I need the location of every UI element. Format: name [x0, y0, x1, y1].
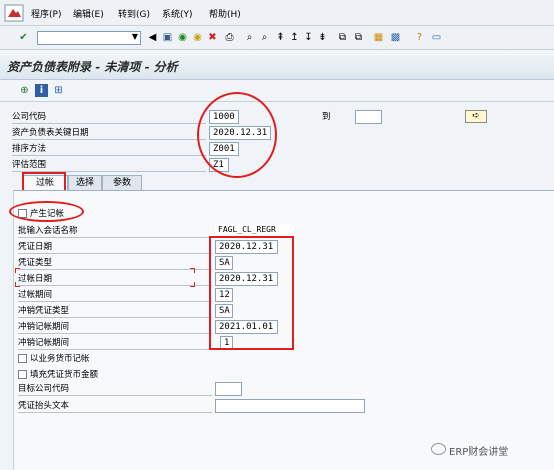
reversal-date-label: 冲销记帐期间: [18, 320, 212, 334]
exit-icon[interactable]: ◉: [191, 31, 204, 44]
page-title: 资产负债表附录 - 未清项 - 分析: [7, 60, 178, 74]
company-code-to-input[interactable]: [355, 110, 382, 124]
doc-type-label: 凭证类型: [18, 256, 212, 270]
menu-system[interactable]: 系统(Y): [162, 7, 193, 20]
valuation-area-label: 评估范围: [12, 158, 206, 172]
last-page-icon[interactable]: ⇟: [316, 31, 329, 44]
find-next-icon[interactable]: ⌕: [258, 31, 271, 44]
focus-corner-bl: [15, 282, 20, 287]
chevron-down-icon[interactable]: ▼: [132, 32, 138, 41]
post-in-txn-currency-checkbox[interactable]: [18, 354, 27, 363]
doc-header-text-input[interactable]: [215, 399, 365, 413]
print-icon[interactable]: ⎙: [223, 31, 236, 44]
doc-date-label: 凭证日期: [18, 240, 212, 254]
back-arrow-small-icon[interactable]: ◀: [146, 31, 159, 44]
menu-bar: 程序(P) 编辑(E) 转到(G) 系统(Y) 帮助(H): [0, 0, 554, 26]
reversal-doc-type-label: 冲销凭证类型: [18, 304, 212, 318]
menu-help[interactable]: 帮助(H): [209, 7, 241, 20]
fill-doc-currency-label: 填充凭证货币金额: [30, 370, 99, 380]
find-icon[interactable]: ⌕: [243, 31, 256, 44]
arrow-right-icon: ➪: [472, 111, 480, 121]
monitor-icon[interactable]: ▭: [430, 31, 443, 44]
focus-corner-tr: [190, 268, 195, 273]
menu-goto[interactable]: 转到(G): [118, 7, 150, 20]
standard-toolbar: ✔ ▼ ◀ ▣ ◉ ◉ ✖ ⎙ ⌕ ⌕ ⇞ ↥ ↧ ⇟ ⧉ ⧉ ▦ ▩ ? ▭: [0, 26, 554, 50]
fill-doc-currency-checkbox[interactable]: [18, 370, 27, 379]
execute-icon[interactable]: ⊕: [18, 84, 31, 97]
post-in-txn-currency-label: 以业务货币记帐: [30, 354, 90, 364]
title-bar: 资产负债表附录 - 未清项 - 分析: [0, 50, 554, 80]
key-date-label: 资产负债表关键日期: [12, 126, 206, 140]
first-page-icon[interactable]: ⇞: [274, 31, 287, 44]
reversal-period-label: 冲销记帐期间: [18, 336, 212, 350]
new-session-icon[interactable]: ⧉: [336, 31, 349, 44]
tab-parameters[interactable]: 参数: [102, 175, 142, 190]
command-field[interactable]: ▼: [37, 31, 141, 45]
target-company-input[interactable]: [215, 382, 242, 396]
wechat-icon: [431, 443, 446, 455]
layout-menu-icon[interactable]: ▦: [372, 31, 385, 44]
posting-date-label: 过帐日期: [18, 272, 212, 286]
watermark-text: ERP财会讲堂: [449, 447, 509, 458]
highlight-ellipse-generate: [9, 201, 84, 222]
menu-program[interactable]: 程序(P): [31, 7, 61, 20]
posting-period-label: 过帐期间: [18, 288, 212, 302]
company-code-label: 公司代码: [12, 110, 206, 124]
back-icon[interactable]: ◉: [176, 31, 189, 44]
highlight-rect-posting-fields: [209, 236, 294, 350]
sort-method-label: 排序方法: [12, 142, 206, 156]
menu-edit[interactable]: 编辑(E): [73, 7, 104, 20]
doc-header-text-label: 凭证抬头文本: [18, 399, 212, 413]
highlight-ellipse-selection: [197, 92, 277, 178]
variant-icon[interactable]: ⊞: [52, 84, 65, 97]
info-icon[interactable]: i: [35, 84, 48, 97]
next-page-icon[interactable]: ↧: [302, 31, 315, 44]
help-icon[interactable]: ?: [413, 31, 426, 44]
focus-corner-tl: [15, 268, 20, 273]
tab-selection[interactable]: 选择: [68, 175, 102, 190]
multiple-selection-button[interactable]: ➪: [465, 110, 487, 123]
customize-icon[interactable]: ▩: [389, 31, 402, 44]
to-label: 到: [322, 112, 331, 122]
save-icon[interactable]: ▣: [161, 31, 174, 44]
target-company-label: 目标公司代码: [18, 382, 212, 396]
focus-corner-br: [190, 282, 195, 287]
application-toolbar: ⊕ i ⊞: [0, 80, 554, 102]
sap-logo-icon: [4, 4, 24, 22]
previous-page-icon[interactable]: ↥: [288, 31, 301, 44]
shortcut-icon[interactable]: ⧉: [352, 31, 365, 44]
cancel-icon[interactable]: ✖: [206, 31, 219, 44]
enter-check-icon[interactable]: ✔: [17, 31, 30, 44]
batch-session-label: 批输入会话名称: [18, 224, 212, 238]
highlight-rect-tab: [22, 172, 66, 192]
